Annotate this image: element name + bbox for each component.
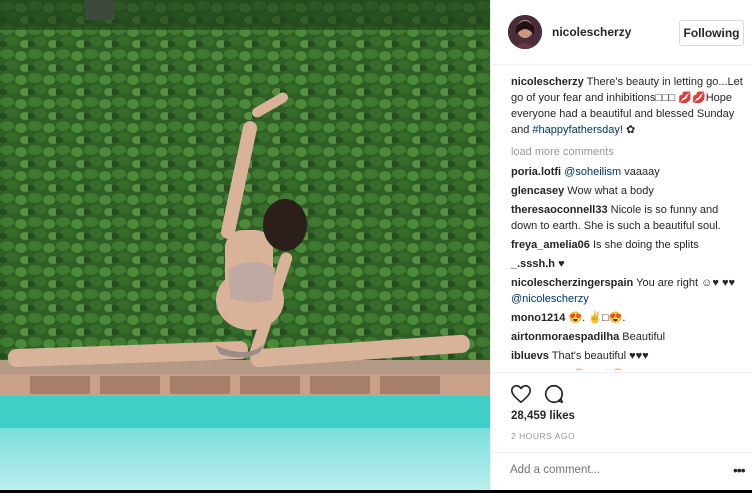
likes-count[interactable]: 28,459 likes: [511, 410, 575, 422]
add-comment-input[interactable]: [510, 464, 700, 476]
comment-item: freya_amelia06 Is she doing the splits: [511, 237, 743, 253]
caption-username[interactable]: nicolescherzy: [511, 76, 584, 88]
comment-item: ibluevs That's beautiful ♥♥♥: [511, 348, 743, 364]
comment-username[interactable]: theresaoconnell33: [511, 204, 608, 216]
following-button[interactable]: Following: [679, 20, 744, 46]
comment-item: airtonmoraespadilha Beautiful: [511, 329, 743, 345]
comment-username[interactable]: jo551ca555: [511, 369, 570, 370]
post-photo[interactable]: [0, 0, 490, 490]
add-comment-bar: •••: [491, 452, 752, 491]
comment-text: 😍…👏😍: [573, 369, 625, 370]
comment-username[interactable]: _.sssh.h: [511, 258, 555, 270]
load-more-comments-link[interactable]: load more comments: [511, 144, 743, 160]
comment-username[interactable]: airtonmoraespadilha: [511, 331, 619, 343]
comment-item: poria.lotfi @soheilism vaaaay: [511, 164, 743, 180]
comment-item: jo551ca555 😍…👏😍: [511, 367, 743, 370]
comment-list[interactable]: nicolescherzy There's beauty in letting …: [511, 74, 743, 370]
speech-bubble-icon[interactable]: [543, 383, 565, 405]
comment-item: glencasey Wow what a body: [511, 183, 743, 199]
hashtag-link[interactable]: #happyfathersday: [532, 124, 619, 136]
heart-icon[interactable]: [510, 383, 532, 405]
post-side-panel: nicolescherzy Following nicolescherzy Th…: [490, 0, 752, 490]
more-options-icon[interactable]: •••: [733, 462, 746, 478]
comment-mention[interactable]: @soheilism: [564, 166, 621, 178]
comment-text: vaaaay: [621, 166, 660, 178]
comment-username[interactable]: ibluevs: [511, 350, 549, 362]
comment-mention[interactable]: @nicolescherzy: [511, 293, 589, 305]
avatar[interactable]: [508, 15, 542, 49]
comment-username[interactable]: nicolescherzingerspain: [511, 277, 633, 289]
comment-text: Beautiful: [622, 331, 666, 343]
photo-illustration: [0, 0, 490, 490]
comment-text: Is she doing the splits: [592, 239, 699, 251]
comment-text: 😍. ✌□😍.: [568, 312, 626, 324]
post-caption: nicolescherzy There's beauty in letting …: [511, 74, 743, 138]
comment-item: mono1214 😍. ✌□😍.: [511, 310, 743, 326]
post-timestamp: 2 HOURS AGO: [511, 431, 576, 441]
comment-username[interactable]: poria.lotfi: [511, 166, 561, 178]
comment-item: nicolescherzingerspain You are right ☺♥ …: [511, 275, 743, 307]
comment-text: You are right ☺♥ ♥♥: [636, 277, 736, 289]
comment-item: theresaoconnell33 Nicole is so funny and…: [511, 202, 743, 234]
comment-username[interactable]: glencasey: [511, 185, 564, 197]
avatar-image: [508, 15, 542, 49]
comment-text: Wow what a body: [567, 185, 654, 197]
comment-item: _.sssh.h ♥: [511, 256, 743, 272]
comment-text: That's beautiful ♥♥♥: [551, 350, 649, 362]
post-window: nicolescherzy Following nicolescherzy Th…: [0, 0, 752, 493]
comment-text: ♥: [558, 258, 565, 270]
post-author-username[interactable]: nicolescherzy: [552, 25, 631, 39]
post-header: nicolescherzy Following: [491, 0, 752, 65]
post-actions: 28,459 likes 2 HOURS AGO: [491, 372, 752, 453]
caption-text-end: ! ✿: [619, 124, 636, 136]
comment-username[interactable]: freya_amelia06: [511, 239, 590, 251]
comment-username[interactable]: mono1214: [511, 312, 565, 324]
